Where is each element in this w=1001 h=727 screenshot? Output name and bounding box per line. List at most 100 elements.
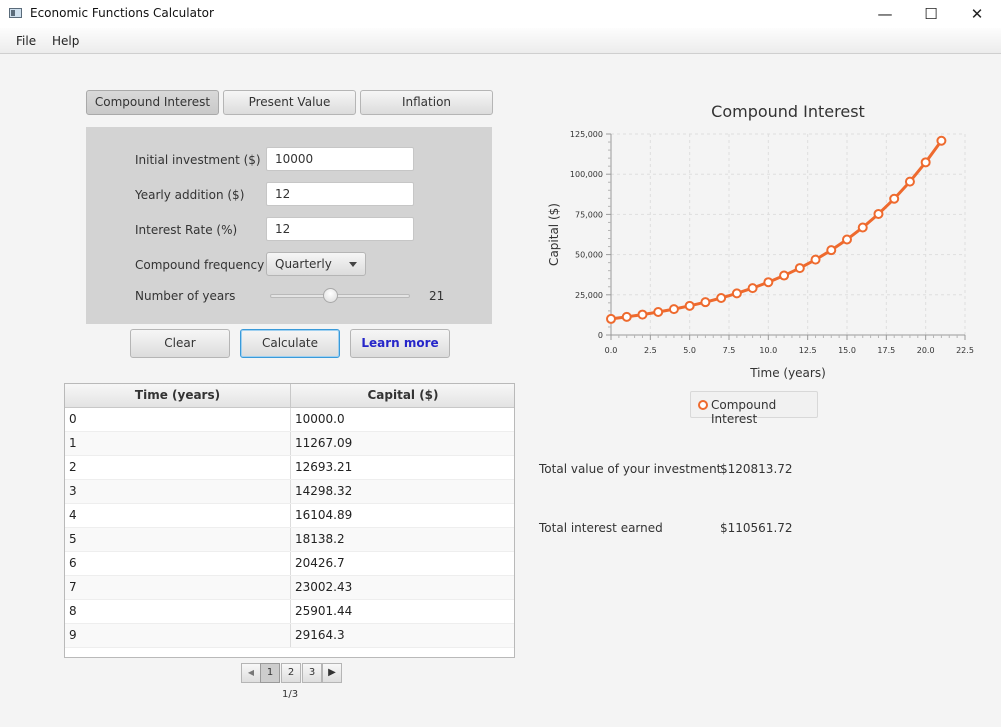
y-tick-label: 125,000 [570, 130, 603, 139]
yearly-addition-label: Yearly addition ($) [135, 188, 245, 202]
data-point [747, 283, 758, 294]
app-icon [9, 8, 22, 18]
pager-label: 1/3 [282, 689, 299, 700]
capital-cell: 14298.32 [290, 480, 514, 503]
table-row[interactable]: 3 14298.32 [65, 480, 514, 504]
data-point [716, 293, 727, 304]
calculate-button[interactable]: Calculate [240, 329, 340, 358]
pager-prev-icon[interactable]: ◀ [241, 663, 261, 683]
time-cell: 3 [69, 484, 77, 498]
x-tick-label: 17.5 [877, 346, 895, 355]
plot-area [611, 134, 965, 335]
data-point [731, 288, 742, 299]
y-tick-label: 25,000 [575, 291, 603, 300]
pager-next-icon[interactable]: ▶ [322, 663, 342, 683]
capital-cell: 10000.0 [290, 408, 514, 431]
y-tick-label: 50,000 [575, 251, 603, 260]
capital-cell: 18138.2 [290, 528, 514, 551]
x-axis-label: Time (years) [749, 366, 826, 380]
yearly-addition-input[interactable] [266, 182, 414, 206]
data-point [763, 277, 774, 288]
x-tick-label: 20.0 [917, 346, 935, 355]
table-row[interactable]: 4 16104.89 [65, 504, 514, 528]
table-row[interactable]: 5 18138.2 [65, 528, 514, 552]
time-cell: 0 [69, 412, 77, 426]
column-header-time[interactable]: Time (years) [65, 384, 290, 407]
table-row[interactable]: 2 12693.21 [65, 456, 514, 480]
number-of-years-label: Number of years [135, 289, 236, 303]
table-row[interactable]: 9 29164.3 [65, 624, 514, 648]
total-value: $120813.72 [720, 462, 793, 476]
data-point [889, 193, 900, 204]
data-point [810, 254, 821, 265]
compound-frequency-label: Compound frequency [135, 258, 265, 272]
data-point [873, 208, 884, 219]
data-point [857, 222, 868, 233]
data-point [794, 263, 805, 274]
data-point [653, 307, 664, 318]
data-point [637, 309, 648, 320]
y-tick-label: 0 [598, 331, 603, 340]
menu-file[interactable]: File [16, 34, 36, 48]
time-cell: 9 [69, 628, 77, 642]
interest-rate-label: Interest Rate (%) [135, 223, 238, 237]
minimize-button[interactable]: — [862, 0, 908, 28]
table-row[interactable]: 7 23002.43 [65, 576, 514, 600]
data-point [779, 270, 790, 281]
chart-legend: Compound Interest [690, 391, 818, 426]
pager-page-1[interactable]: 1 [260, 663, 280, 683]
years-slider-track[interactable] [270, 294, 410, 298]
y-axis-label: Capital ($) [547, 203, 561, 266]
interest-rate-input[interactable] [266, 217, 414, 241]
title-bar: Economic Functions Calculator — ☐ ✕ [0, 0, 1001, 28]
x-tick-label: 12.5 [799, 346, 817, 355]
tab-compound-interest[interactable]: Compound Interest [86, 90, 219, 115]
capital-cell: 11267.09 [290, 432, 514, 455]
table-row[interactable]: 1 11267.09 [65, 432, 514, 456]
y-tick-label: 100,000 [570, 170, 603, 179]
x-tick-label: 10.0 [759, 346, 777, 355]
data-point [936, 135, 947, 146]
close-button[interactable]: ✕ [954, 0, 1000, 28]
compound-frequency-select[interactable]: Quarterly [266, 252, 366, 276]
x-tick-label: 0.0 [605, 346, 618, 355]
results-table[interactable]: Time (years) Capital ($) 0 10000.0 1 11267… [64, 383, 515, 658]
time-cell: 5 [69, 532, 77, 546]
total-value-label: Total value of your investment [539, 462, 722, 476]
maximize-button[interactable]: ☐ [908, 0, 954, 28]
column-header-capital[interactable]: Capital ($) [290, 384, 514, 407]
legend-marker-icon [698, 400, 708, 410]
learn-more-button[interactable]: Learn more [350, 329, 450, 358]
clear-button[interactable]: Clear [130, 329, 230, 358]
initial-investment-input[interactable] [266, 147, 414, 171]
table-row[interactable]: 8 25901.44 [65, 600, 514, 624]
capital-cell: 20426.7 [290, 552, 514, 575]
data-point [826, 245, 837, 256]
table-header: Time (years) Capital ($) [65, 384, 514, 408]
x-tick-label: 5.0 [683, 346, 696, 355]
data-point [904, 176, 915, 187]
capital-cell: 23002.43 [290, 576, 514, 599]
table-row[interactable]: 0 10000.0 [65, 408, 514, 432]
legend-label: Compound Interest [711, 398, 777, 426]
tab-inflation[interactable]: Inflation [360, 90, 493, 115]
pager-page-3[interactable]: 3 [302, 663, 322, 683]
time-cell: 2 [69, 460, 77, 474]
data-point [920, 157, 931, 168]
window-title: Economic Functions Calculator [30, 6, 214, 20]
menu-help[interactable]: Help [52, 34, 79, 48]
compound-frequency-value: Quarterly [275, 257, 332, 271]
pager-page-2[interactable]: 2 [281, 663, 301, 683]
menu-bar: File Help [0, 28, 1001, 54]
capital-cell: 16104.89 [290, 504, 514, 527]
data-point [700, 297, 711, 308]
interest-earned-value: $110561.72 [720, 521, 793, 535]
x-tick-label: 15.0 [838, 346, 856, 355]
interest-earned-label: Total interest earned [539, 521, 663, 535]
compound-interest-chart: Compound Interest 0.0 2.5 5.0 7.5 10.0 12.5 15.… [547, 102, 974, 380]
table-row[interactable]: 6 20426.7 [65, 552, 514, 576]
years-slider-thumb[interactable] [322, 288, 338, 303]
tab-present-value[interactable]: Present Value [223, 90, 356, 115]
x-tick-label: 2.5 [644, 346, 657, 355]
years-value: 21 [429, 289, 445, 303]
